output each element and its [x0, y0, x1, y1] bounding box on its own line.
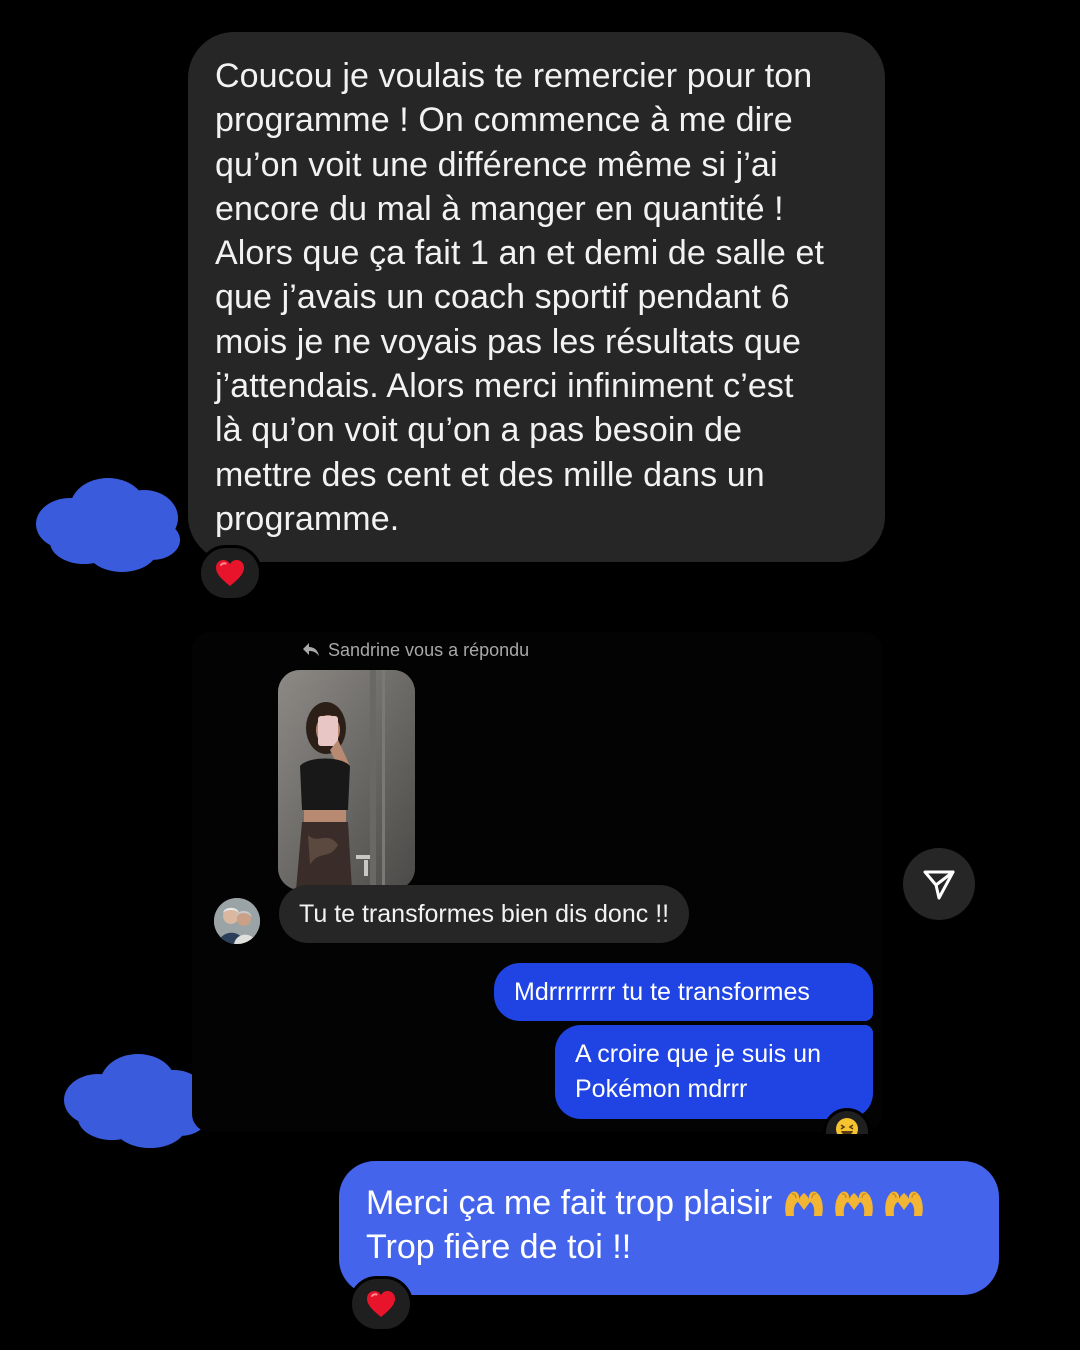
story-thumbnail[interactable]: [278, 670, 415, 890]
sent-message-bubble[interactable]: Mdrrrrrrrr tu te transformes: [494, 963, 873, 1021]
paper-plane-icon: [923, 870, 955, 900]
redaction-cloud: [34, 478, 182, 574]
message-line: programme ! On commence à me dire: [215, 101, 793, 140]
heart-hands-icon: [785, 1191, 823, 1216]
grinning-squinting-face-icon: [836, 1118, 858, 1134]
message-text: Mdrrrrrrrr tu te transformes: [514, 977, 810, 1006]
heart-icon: [367, 1291, 395, 1317]
received-message-bubble[interactable]: Tu te transformes bien dis donc !!: [279, 885, 690, 943]
message-line: Coucou je voulais te remercier pour ton: [215, 57, 813, 95]
mirror-selfie-photo: [278, 670, 415, 890]
sent-message-bubble[interactable]: Merci ça me fait trop plaisir Trop fière…: [339, 1161, 999, 1295]
emoji-group: [782, 1188, 926, 1218]
redaction-cloud: [62, 1052, 210, 1150]
message-line: qu’on voit une différence même si j’ai: [215, 145, 778, 184]
heart-icon: [216, 560, 244, 586]
heart-reaction[interactable]: [349, 1276, 413, 1332]
heart-hands-icon: [835, 1191, 873, 1216]
heart-reaction[interactable]: [198, 545, 262, 601]
message-line: Merci ça me fait trop plaisir: [366, 1181, 971, 1225]
message-line: que j’avais un coach sportif pendant 6: [215, 278, 790, 317]
message-line: j’attendais. Alors merci infiniment c’es…: [215, 367, 794, 406]
message-line: encore du mal à manger en quantité !: [215, 189, 784, 228]
avatar-photo: [214, 898, 260, 944]
message-line: mois je ne voyais pas les résultats que: [215, 322, 801, 361]
emoji-reaction[interactable]: [823, 1108, 871, 1134]
message-line: Alors que ça fait 1 an et demi de salle …: [215, 234, 824, 273]
message-line: Pokémon mdrrr: [575, 1075, 748, 1103]
message-line: Trop fière de toi !!: [366, 1228, 632, 1266]
message-text: Tu te transformes bien dis donc !!: [299, 899, 670, 928]
received-message-bubble[interactable]: Coucou je voulais te remercier pour ton …: [188, 32, 885, 562]
message-line: programme.: [215, 499, 400, 538]
message-line: là qu’on voit qu’on a pas besoin de: [215, 411, 743, 450]
reply-note-text: Sandrine vous a répondu: [328, 639, 530, 660]
message-text: Merci ça me fait trop plaisir: [366, 1184, 773, 1222]
reply-arrow-icon: [303, 643, 319, 656]
heart-hands-icon: [885, 1191, 923, 1216]
message-line: A croire que je suis un: [575, 1040, 821, 1068]
message-line: mettre des cent et des mille dans un: [215, 455, 765, 494]
avatar[interactable]: [214, 898, 260, 944]
reply-indicator: Sandrine vous a répondu: [302, 638, 529, 662]
sent-message-bubble[interactable]: A croire que je suis un Pokémon mdrrr: [555, 1025, 873, 1119]
share-button[interactable]: [903, 848, 975, 920]
